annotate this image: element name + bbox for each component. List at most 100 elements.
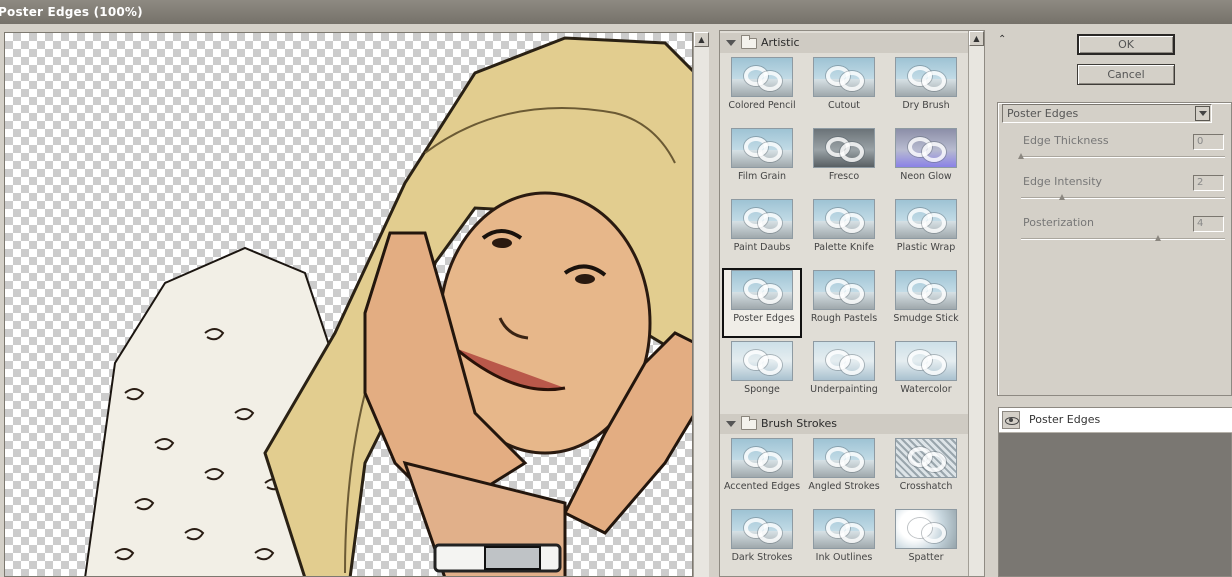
preview-scrollbar[interactable]: ▲: [693, 32, 709, 577]
slider-handle[interactable]: [1058, 194, 1065, 200]
filter-thumbnail: [813, 438, 875, 478]
filter-thumbnail: [895, 509, 957, 549]
filter-thumbnail: [813, 270, 875, 310]
filter-label: Plastic Wrap: [896, 242, 956, 253]
filter-neon-glow[interactable]: Neon Glow: [886, 126, 966, 196]
filter-thumbnail: [895, 438, 957, 478]
filter-thumbnail: [731, 57, 793, 97]
filter-film-grain[interactable]: Film Grain: [722, 126, 802, 196]
slider-handle[interactable]: [1154, 235, 1161, 241]
filter-thumbnail: [813, 57, 875, 97]
param-slider[interactable]: [1018, 153, 1225, 159]
filter-palette-knife[interactable]: Palette Knife: [804, 197, 884, 267]
param-slider[interactable]: [1021, 235, 1225, 241]
filter-dry-brush[interactable]: Dry Brush: [886, 55, 966, 125]
param-slider[interactable]: [1021, 194, 1225, 200]
collapse-gallery-button[interactable]: ⌃︎: [998, 34, 1006, 45]
effect-layer-row[interactable]: Poster Edges: [999, 408, 1232, 433]
folder-icon: [741, 416, 757, 430]
chevron-down-icon[interactable]: [1195, 106, 1210, 121]
filter-colored-pencil[interactable]: Colored Pencil: [722, 55, 802, 125]
filter-label: Spatter: [908, 552, 944, 563]
eye-icon[interactable]: [1002, 411, 1020, 429]
filter-thumbnail: [813, 341, 875, 381]
filtered-portrait-image: [84, 36, 692, 576]
window-titlebar: Poster Edges (100%): [0, 0, 1232, 24]
filter-sponge[interactable]: Sponge: [722, 339, 802, 409]
param-value-field[interactable]: 2: [1193, 175, 1224, 191]
filter-label: Dark Strokes: [731, 552, 793, 563]
filter-select[interactable]: Poster Edges: [1002, 104, 1212, 123]
filter-label: Rough Pastels: [810, 313, 878, 324]
filter-label: Dry Brush: [902, 100, 950, 111]
arrow-up-icon: ▲: [973, 34, 980, 43]
filter-thumbnail: [813, 128, 875, 168]
gallery-scrollbar[interactable]: ▲: [968, 31, 984, 576]
filter-spatter[interactable]: Spatter: [886, 507, 966, 576]
preview-canvas[interactable]: [4, 32, 693, 577]
filter-dark-strokes[interactable]: Dark Strokes: [722, 507, 802, 576]
filter-thumbnail: [731, 128, 793, 168]
filter-thumbnail: [731, 270, 793, 310]
filter-select-value: Poster Edges: [1007, 107, 1079, 120]
category-header-artistic[interactable]: Artistic: [720, 33, 968, 53]
filter-thumbnail: [813, 199, 875, 239]
preview-pane: ▲: [0, 24, 712, 577]
ok-button[interactable]: OK: [1077, 34, 1175, 55]
filter-thumbnail: [813, 509, 875, 549]
filter-label: Colored Pencil: [728, 100, 796, 111]
param-value-field[interactable]: 0: [1193, 134, 1224, 150]
filter-plastic-wrap[interactable]: Plastic Wrap: [886, 197, 966, 267]
filter-label: Cutout: [828, 100, 860, 111]
filter-accented-edges[interactable]: Accented Edges: [722, 436, 802, 506]
filter-label: Angled Strokes: [808, 481, 880, 492]
category-label: Brush Strokes: [761, 417, 838, 430]
category-header-brush-strokes[interactable]: Brush Strokes: [720, 414, 968, 434]
filter-label: Neon Glow: [900, 171, 952, 182]
filter-thumbnail: [895, 199, 957, 239]
settings-panel: ⌃︎ OK Cancel Poster Edges Edge Thickness…: [988, 24, 1232, 577]
filter-label: Watercolor: [900, 384, 952, 395]
filter-label: Underpainting: [810, 384, 878, 395]
filter-label: Sponge: [744, 384, 780, 395]
double-chevron-up-icon: ⌃︎: [998, 34, 1007, 45]
expand-triangle-icon: [726, 40, 736, 46]
filter-smudge-stick[interactable]: Smudge Stick: [886, 268, 966, 338]
param-label: Edge Thickness: [1023, 134, 1109, 147]
filter-thumbnail: [731, 199, 793, 239]
filter-watercolor[interactable]: Watercolor: [886, 339, 966, 409]
filter-poster-edges[interactable]: Poster Edges: [722, 268, 802, 338]
category-label: Artistic: [761, 36, 800, 49]
filter-label: Accented Edges: [723, 481, 801, 492]
filter-label: Palette Knife: [813, 242, 874, 253]
filter-ink-outlines[interactable]: Ink Outlines: [804, 507, 884, 576]
filter-angled-strokes[interactable]: Angled Strokes: [804, 436, 884, 506]
effect-layers-panel: Poster Edges: [998, 407, 1232, 577]
slider-handle[interactable]: [1018, 153, 1024, 159]
filter-label: Fresco: [828, 171, 860, 182]
scroll-up-button[interactable]: ▲: [694, 32, 709, 47]
folder-icon: [741, 35, 757, 49]
param-value-field[interactable]: 4: [1193, 216, 1224, 232]
window-title: Poster Edges (100%): [0, 5, 143, 19]
filter-crosshatch[interactable]: Crosshatch: [886, 436, 966, 506]
filter-label: Poster Edges: [733, 313, 795, 324]
effect-layer-name: Poster Edges: [1029, 413, 1101, 426]
filter-thumbnail: [731, 438, 793, 478]
filter-fresco[interactable]: Fresco: [804, 126, 884, 196]
filter-paint-daubs[interactable]: Paint Daubs: [722, 197, 802, 267]
expand-triangle-icon: [726, 421, 736, 427]
filter-thumbnail: [895, 57, 957, 97]
filter-label: Film Grain: [737, 171, 787, 182]
gallery-scroll-up-button[interactable]: ▲: [969, 31, 984, 46]
param-label: Edge Intensity: [1023, 175, 1103, 188]
filter-rough-pastels[interactable]: Rough Pastels: [804, 268, 884, 338]
filter-label: Ink Outlines: [815, 552, 873, 563]
filter-gallery: Artistic Colored Pencil Cutout Dry Brush Fil…: [719, 30, 985, 577]
filter-thumbnail: [895, 270, 957, 310]
param-label: Posterization: [1023, 216, 1094, 229]
filter-thumbnail: [731, 341, 793, 381]
filter-underpainting[interactable]: Underpainting: [804, 339, 884, 409]
filter-cutout[interactable]: Cutout: [804, 55, 884, 125]
cancel-button[interactable]: Cancel: [1077, 64, 1175, 85]
